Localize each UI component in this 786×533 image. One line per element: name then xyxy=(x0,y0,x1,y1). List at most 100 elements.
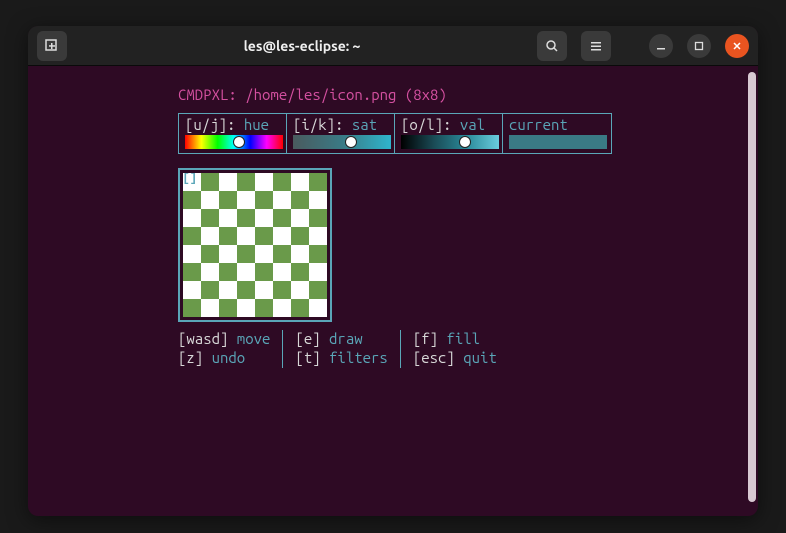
pixel-cell[interactable] xyxy=(219,299,237,317)
pixel-cell[interactable] xyxy=(309,227,327,245)
pixel-cell[interactable] xyxy=(219,245,237,263)
hue-slider[interactable] xyxy=(185,135,283,149)
filepath: /home/les/icon.png xyxy=(245,86,396,103)
pixel-cell[interactable] xyxy=(255,227,273,245)
pixel-cell[interactable] xyxy=(291,299,309,317)
pixel-cell[interactable] xyxy=(291,245,309,263)
pixel-cell[interactable] xyxy=(237,299,255,317)
pixel-cell[interactable] xyxy=(237,173,255,191)
menu-button[interactable] xyxy=(581,31,611,61)
pixel-cell[interactable] xyxy=(183,263,201,281)
window-title: les@les-eclipse: ~ xyxy=(70,38,534,54)
pixel-cell[interactable] xyxy=(273,245,291,263)
pixel-cell[interactable] xyxy=(201,191,219,209)
pixel-cell[interactable] xyxy=(291,191,309,209)
pixel-cell[interactable] xyxy=(255,281,273,299)
pixel-cell[interactable] xyxy=(273,209,291,227)
pixel-cell[interactable] xyxy=(291,173,309,191)
current-swatch xyxy=(509,135,607,149)
pixel-cell[interactable] xyxy=(237,245,255,263)
pixel-cell[interactable] xyxy=(219,281,237,299)
pixel-cell[interactable] xyxy=(201,281,219,299)
sat-marker[interactable] xyxy=(345,136,357,148)
canvas-frame: [] xyxy=(178,168,332,322)
pixel-cell[interactable] xyxy=(273,227,291,245)
pixel-cell[interactable] xyxy=(219,191,237,209)
pixel-cell[interactable] xyxy=(309,281,327,299)
pixel-cell[interactable] xyxy=(255,263,273,281)
pixel-cell[interactable] xyxy=(273,191,291,209)
close-button[interactable] xyxy=(725,34,749,58)
maximize-button[interactable] xyxy=(687,34,711,58)
pixel-cell[interactable] xyxy=(183,191,201,209)
pixel-cell[interactable] xyxy=(309,245,327,263)
pixel-cell[interactable] xyxy=(219,209,237,227)
pixel-cell[interactable] xyxy=(183,281,201,299)
search-button[interactable] xyxy=(537,31,567,61)
pixel-cell[interactable] xyxy=(273,173,291,191)
val-slider[interactable] xyxy=(401,135,499,149)
terminal-body[interactable]: CMDPXL: /home/les/icon.png (8x8) [u/j]: … xyxy=(28,66,758,516)
pixel-cell[interactable] xyxy=(237,263,255,281)
pixel-cell[interactable] xyxy=(183,299,201,317)
minimize-button[interactable] xyxy=(649,34,673,58)
hue-marker[interactable] xyxy=(233,136,245,148)
titlebar: les@les-eclipse: ~ xyxy=(28,26,758,66)
pixel-cell[interactable] xyxy=(309,263,327,281)
hue-control: [u/j]: hue xyxy=(179,114,287,153)
pixel-cell[interactable] xyxy=(183,209,201,227)
pixel-cell[interactable] xyxy=(201,263,219,281)
pixel-cell[interactable] xyxy=(201,209,219,227)
app-header: CMDPXL: /home/les/icon.png (8x8) xyxy=(178,86,758,103)
color-controls: [u/j]: hue [i/k]: sat [o/l]: val xyxy=(178,113,612,154)
help-column: [f] fill[esc] quit xyxy=(401,330,509,368)
pixel-cell[interactable] xyxy=(183,227,201,245)
pixel-cell[interactable] xyxy=(183,245,201,263)
pixel-cell[interactable] xyxy=(237,191,255,209)
sat-slider[interactable] xyxy=(293,135,391,149)
pixel-cell[interactable] xyxy=(201,173,219,191)
dimensions: (8x8) xyxy=(405,86,447,103)
pixel-cell[interactable] xyxy=(291,281,309,299)
help-column: [wasd] move[z] undo xyxy=(178,330,283,368)
pixel-cell[interactable] xyxy=(255,209,273,227)
pixel-cell[interactable] xyxy=(291,227,309,245)
val-control: [o/l]: val xyxy=(395,114,503,153)
pixel-cell[interactable] xyxy=(219,173,237,191)
help-line: [t] filters xyxy=(295,349,387,368)
pixel-cell[interactable] xyxy=(201,227,219,245)
pixel-canvas[interactable]: [] xyxy=(183,173,327,317)
scrollbar[interactable] xyxy=(748,72,756,502)
pixel-cell[interactable]: [] xyxy=(183,173,201,191)
pixel-cell[interactable] xyxy=(309,173,327,191)
new-tab-button[interactable] xyxy=(37,31,67,61)
help-line: [e] draw xyxy=(295,330,387,349)
pixel-cell[interactable] xyxy=(309,191,327,209)
pixel-cell[interactable] xyxy=(237,209,255,227)
help-shortcuts: [wasd] move[z] undo[e] draw[t] filters[f… xyxy=(178,330,758,368)
val-marker[interactable] xyxy=(459,136,471,148)
pixel-cell[interactable] xyxy=(255,299,273,317)
pixel-cell[interactable] xyxy=(255,245,273,263)
pixel-cell[interactable] xyxy=(273,299,291,317)
pixel-cell[interactable] xyxy=(237,227,255,245)
pixel-cell[interactable] xyxy=(309,299,327,317)
pixel-cell[interactable] xyxy=(237,281,255,299)
pixel-cell[interactable] xyxy=(309,209,327,227)
pixel-cell[interactable] xyxy=(201,245,219,263)
help-line: [wasd] move xyxy=(178,330,270,349)
sat-control: [i/k]: sat xyxy=(287,114,395,153)
help-line: [esc] quit xyxy=(413,349,497,368)
pixel-cell[interactable] xyxy=(291,263,309,281)
pixel-cell[interactable] xyxy=(273,263,291,281)
help-column: [e] draw[t] filters xyxy=(283,330,400,368)
help-line: [z] undo xyxy=(178,349,270,368)
pixel-cell[interactable] xyxy=(255,173,273,191)
terminal-window: les@les-eclipse: ~ CMDPXL: /home/le xyxy=(28,26,758,516)
pixel-cell[interactable] xyxy=(273,281,291,299)
pixel-cell[interactable] xyxy=(291,209,309,227)
pixel-cell[interactable] xyxy=(219,227,237,245)
pixel-cell[interactable] xyxy=(219,263,237,281)
pixel-cell[interactable] xyxy=(201,299,219,317)
pixel-cell[interactable] xyxy=(255,191,273,209)
